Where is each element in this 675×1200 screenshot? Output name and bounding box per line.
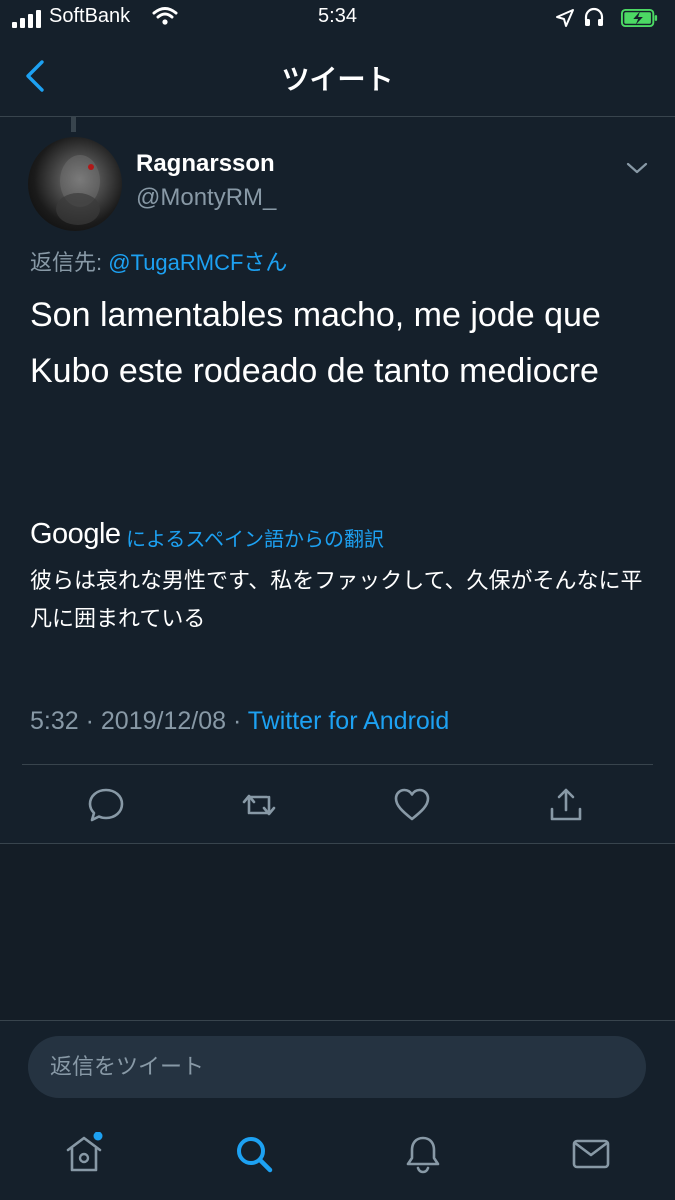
battery-charging-icon [621, 8, 658, 28]
reply-icon[interactable] [86, 785, 126, 825]
avatar[interactable] [28, 137, 122, 231]
page-title: ツイート [281, 64, 394, 95]
tweet-time: 5:32 [30, 707, 79, 735]
chevron-down-icon[interactable] [626, 160, 648, 176]
tweet-actions [0, 768, 675, 842]
bell-icon[interactable] [401, 1132, 445, 1176]
status-bar: SoftBank 5:34 [0, 0, 675, 40]
search-icon[interactable] [232, 1132, 276, 1176]
translated-text: 彼らは哀れな男性です、私をファックして、久保がそんなに平凡に囲まれている [30, 568, 643, 631]
avatar-portrait-icon [56, 155, 100, 225]
tweet-text: Son lamentables macho, me jode que Kubo … [30, 296, 601, 390]
tweet-source-link[interactable]: Twitter for Android [248, 707, 449, 735]
retweet-icon[interactable] [239, 785, 279, 825]
tweet-date: 2019/12/08 [100, 707, 227, 735]
tweet-meta: 5:32 · 2019/12/08 · Twitter for Android [30, 707, 449, 736]
share-icon[interactable] [546, 785, 586, 825]
google-logo: Google [30, 518, 121, 550]
home-icon[interactable] [62, 1132, 106, 1176]
divider [22, 764, 653, 765]
meta-separator: · [226, 707, 248, 735]
reply-bar: 返信をツイート [0, 1020, 675, 1115]
reply-to-label: 返信先: [30, 250, 109, 275]
nav-header: ツイート [0, 40, 675, 117]
tab-bar [0, 1114, 675, 1200]
translation-source-link[interactable]: によるスペイン語からの翻訳 [126, 523, 384, 552]
thread-connector [71, 116, 76, 132]
meta-separator: · [78, 707, 101, 735]
heart-icon[interactable] [392, 785, 432, 825]
location-arrow-icon [556, 9, 574, 27]
reply-to-user-link[interactable]: @TugaRMCFさん [108, 250, 287, 275]
empty-area [0, 844, 675, 1020]
headphones-icon [584, 7, 604, 26]
mail-icon[interactable] [569, 1132, 613, 1176]
reply-context: 返信先: @TugaRMCFさん [30, 245, 287, 277]
author-name[interactable]: Ragnarsson [136, 150, 275, 178]
author-handle[interactable]: @MontyRM_ [136, 184, 276, 212]
reply-input[interactable]: 返信をツイート [28, 1036, 646, 1098]
